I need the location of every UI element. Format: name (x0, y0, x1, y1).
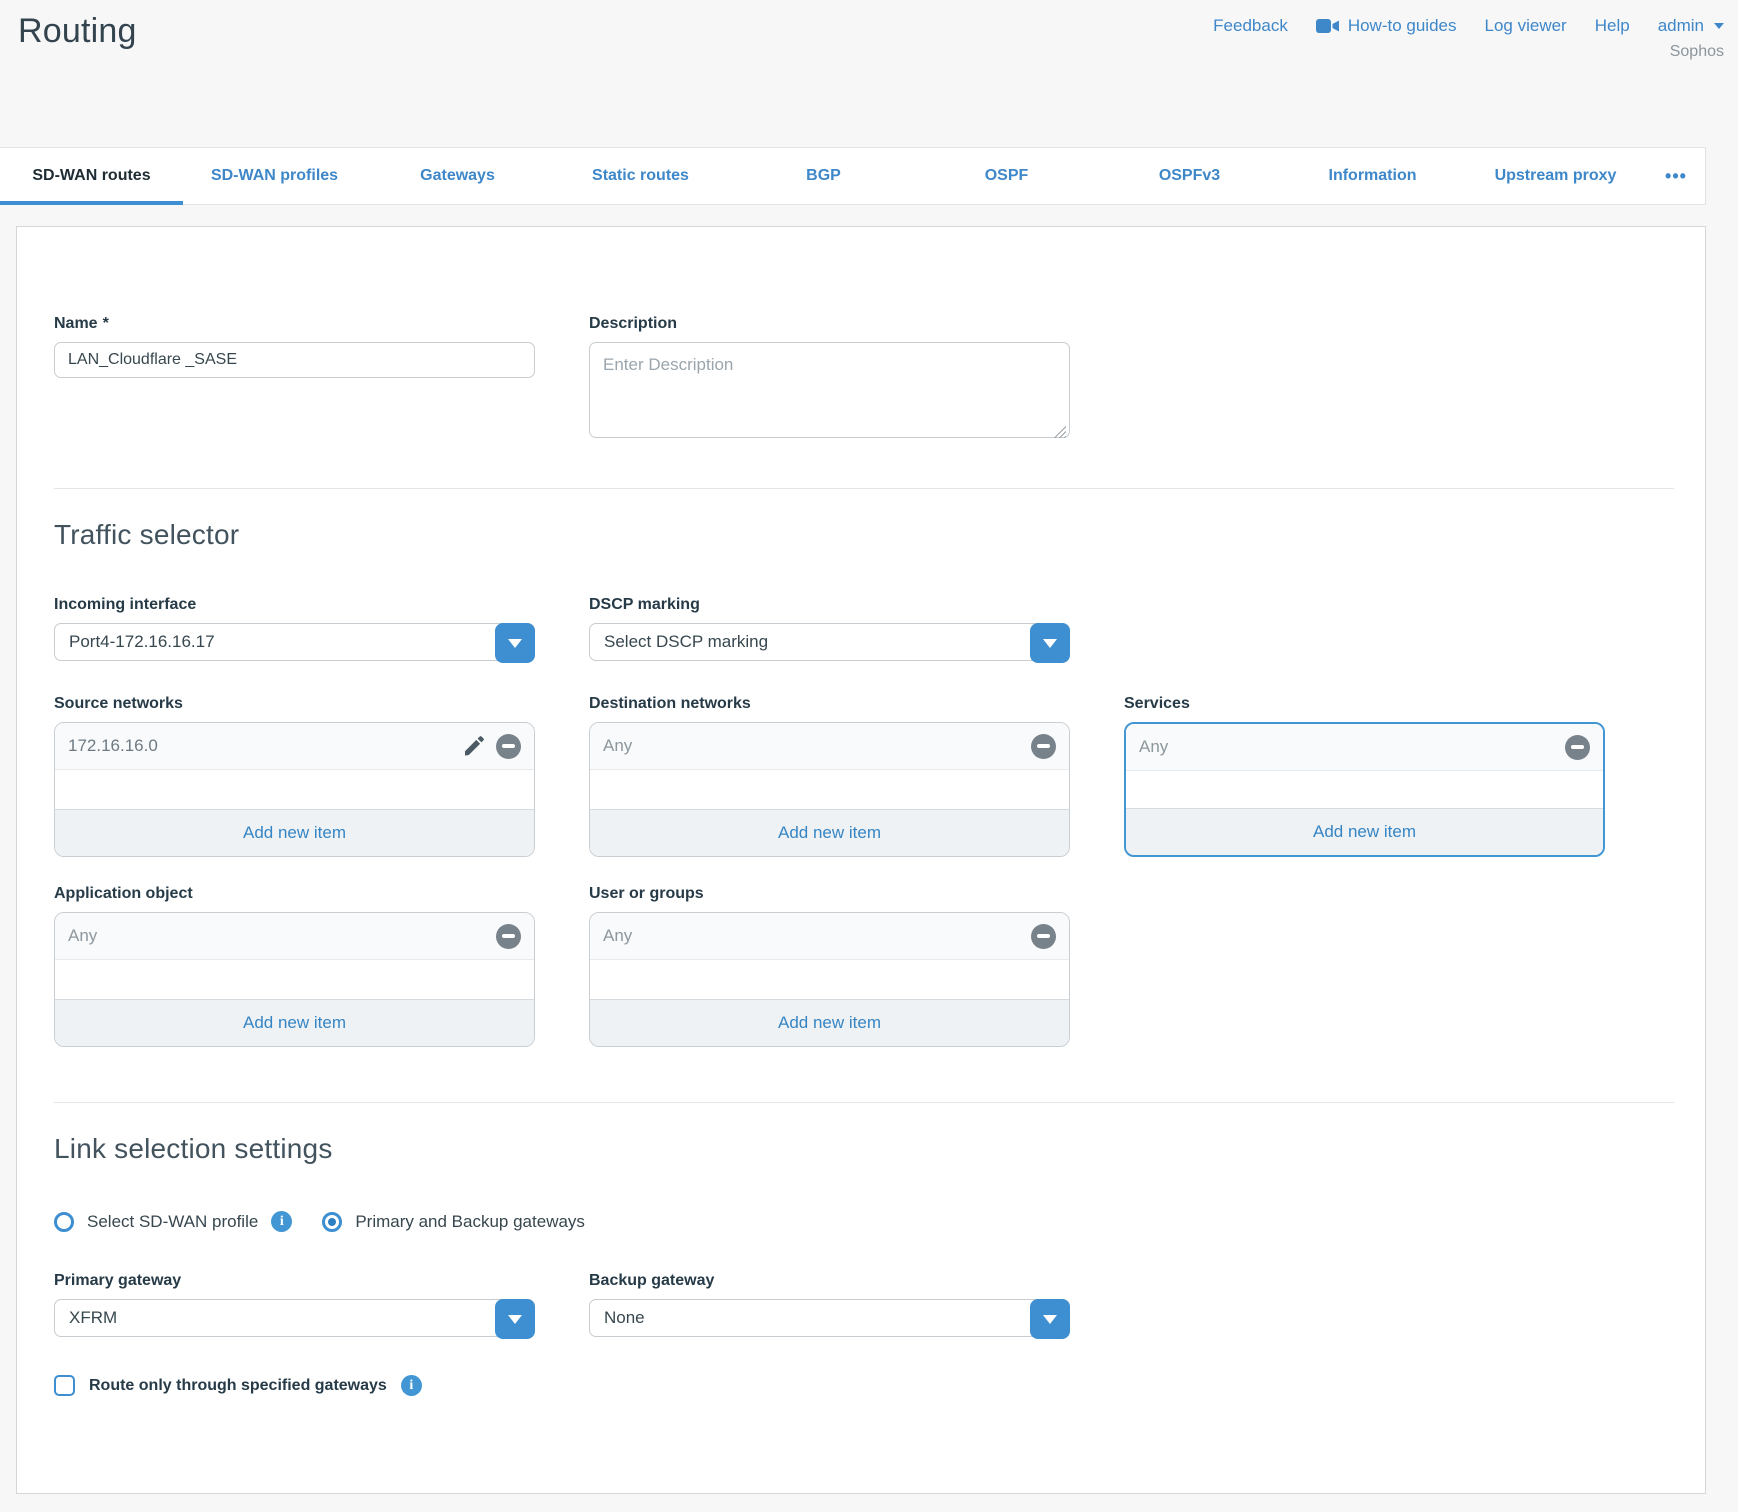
route-form-card: Name* Description Traffic selector Incom… (16, 226, 1706, 1494)
video-camera-icon (1316, 18, 1340, 34)
route-only-checkbox-row: Route only through specified gateways i (54, 1375, 1705, 1396)
tab-ospfv3[interactable]: OSPFv3 (1098, 148, 1281, 204)
tab-upstream-proxy[interactable]: Upstream proxy (1464, 148, 1647, 204)
tab-information[interactable]: Information (1281, 148, 1464, 204)
howto-guides-link[interactable]: How-to guides (1316, 16, 1457, 36)
tab-more-ellipsis[interactable]: ••• (1647, 148, 1705, 204)
dscp-marking-select[interactable]: Select DSCP marking (589, 623, 1070, 661)
dscp-marking-group: DSCP marking Select DSCP marking (589, 596, 1070, 661)
incoming-interface-group: Incoming interface Port4-172.16.16.17 (54, 596, 535, 661)
add-new-item-button[interactable]: Add new item (55, 999, 534, 1046)
dropdown-button[interactable] (495, 1299, 535, 1339)
info-icon[interactable]: i (271, 1211, 292, 1232)
help-link[interactable]: Help (1595, 16, 1630, 36)
log-viewer-link[interactable]: Log viewer (1485, 16, 1567, 36)
tab-bgp[interactable]: BGP (732, 148, 915, 204)
add-new-item-button[interactable]: Add new item (590, 999, 1069, 1046)
edit-icon[interactable] (462, 734, 486, 758)
chevron-down-icon (1043, 1315, 1057, 1324)
remove-icon[interactable] (1031, 924, 1056, 949)
backup-gateway-group: Backup gateway None (589, 1272, 1070, 1337)
tab-sdwan-routes[interactable]: SD-WAN routes (0, 148, 183, 204)
list-item: Any (1126, 724, 1603, 771)
name-field-group: Name* (54, 315, 535, 443)
application-object-group: Application object Any Add new item (54, 885, 535, 1047)
services-group: Services Any Add new item (1124, 695, 1605, 857)
user-or-groups-box: Any Add new item (589, 912, 1070, 1047)
primary-gateway-group: Primary gateway XFRM (54, 1272, 535, 1337)
chevron-down-icon (1043, 639, 1057, 648)
header-right: Feedback How-to guides Log viewer Help a… (1213, 12, 1724, 147)
radio-icon[interactable] (322, 1212, 342, 1232)
info-icon[interactable]: i (401, 1375, 422, 1396)
services-box: Any Add new item (1124, 722, 1605, 857)
tab-ospf[interactable]: OSPF (915, 148, 1098, 204)
list-item: Any (590, 723, 1069, 770)
chevron-down-icon (1714, 23, 1724, 29)
add-new-item-button[interactable]: Add new item (590, 809, 1069, 856)
source-networks-label: Source networks (54, 695, 535, 713)
link-selection-heading: Link selection settings (54, 1133, 1705, 1165)
remove-icon[interactable] (1565, 735, 1590, 760)
destination-networks-label: Destination networks (589, 695, 1070, 713)
list-item: Any (590, 913, 1069, 960)
brand-label: Sophos (1670, 43, 1724, 61)
backup-gateway-select[interactable]: None (589, 1299, 1070, 1337)
route-only-checkbox[interactable] (54, 1375, 75, 1396)
tab-bar: SD-WAN routes SD-WAN profiles Gateways S… (0, 147, 1706, 205)
page-header: Routing Feedback How-to guides Log viewe… (0, 0, 1738, 147)
add-new-item-button[interactable]: Add new item (1126, 808, 1603, 855)
name-input[interactable] (54, 342, 535, 378)
name-label: Name* (54, 315, 535, 333)
feedback-link[interactable]: Feedback (1213, 16, 1288, 36)
incoming-interface-select[interactable]: Port4-172.16.16.17 (54, 623, 535, 661)
tab-static-routes[interactable]: Static routes (549, 148, 732, 204)
list-item: 172.16.16.0 (55, 723, 534, 770)
admin-menu[interactable]: admin (1658, 16, 1724, 36)
user-or-groups-label: User or groups (589, 885, 1070, 903)
required-marker: * (103, 315, 109, 333)
application-object-box: Any Add new item (54, 912, 535, 1047)
services-label: Services (1124, 695, 1605, 713)
chevron-down-icon (508, 639, 522, 648)
add-new-item-button[interactable]: Add new item (55, 809, 534, 856)
chevron-down-icon (508, 1315, 522, 1324)
source-networks-box: 172.16.16.0 Add new item (54, 722, 535, 857)
dropdown-button[interactable] (1030, 1299, 1070, 1339)
page-title: Routing (18, 12, 137, 147)
dropdown-button[interactable] (1030, 623, 1070, 663)
source-networks-group: Source networks 172.16.16.0 Add new item (54, 695, 535, 857)
description-field-group: Description (589, 315, 1070, 443)
section-divider (54, 488, 1674, 489)
user-or-groups-group: User or groups Any Add new item (589, 885, 1070, 1047)
primary-gateway-select[interactable]: XFRM (54, 1299, 535, 1337)
description-label: Description (589, 315, 1070, 333)
incoming-interface-label: Incoming interface (54, 596, 535, 614)
remove-icon[interactable] (1031, 734, 1056, 759)
tab-gateways[interactable]: Gateways (366, 148, 549, 204)
remove-icon[interactable] (496, 924, 521, 949)
dropdown-button[interactable] (495, 623, 535, 663)
tab-sdwan-profiles[interactable]: SD-WAN profiles (183, 148, 366, 204)
destination-networks-group: Destination networks Any Add new item (589, 695, 1070, 857)
list-item: Any (55, 913, 534, 960)
traffic-selector-heading: Traffic selector (54, 519, 1705, 551)
section-divider (54, 1102, 1674, 1103)
primary-gateway-label: Primary gateway (54, 1272, 535, 1290)
remove-icon[interactable] (496, 734, 521, 759)
radio-primary-backup-gateways[interactable]: Primary and Backup gateways (322, 1212, 585, 1232)
radio-select-sdwan-profile[interactable]: Select SD-WAN profile i (54, 1211, 292, 1232)
dscp-marking-label: DSCP marking (589, 596, 1070, 614)
destination-networks-box: Any Add new item (589, 722, 1070, 857)
description-input[interactable] (589, 342, 1070, 438)
radio-icon[interactable] (54, 1212, 74, 1232)
application-object-label: Application object (54, 885, 535, 903)
route-only-checkbox-label: Route only through specified gateways (89, 1377, 387, 1395)
backup-gateway-label: Backup gateway (589, 1272, 1070, 1290)
